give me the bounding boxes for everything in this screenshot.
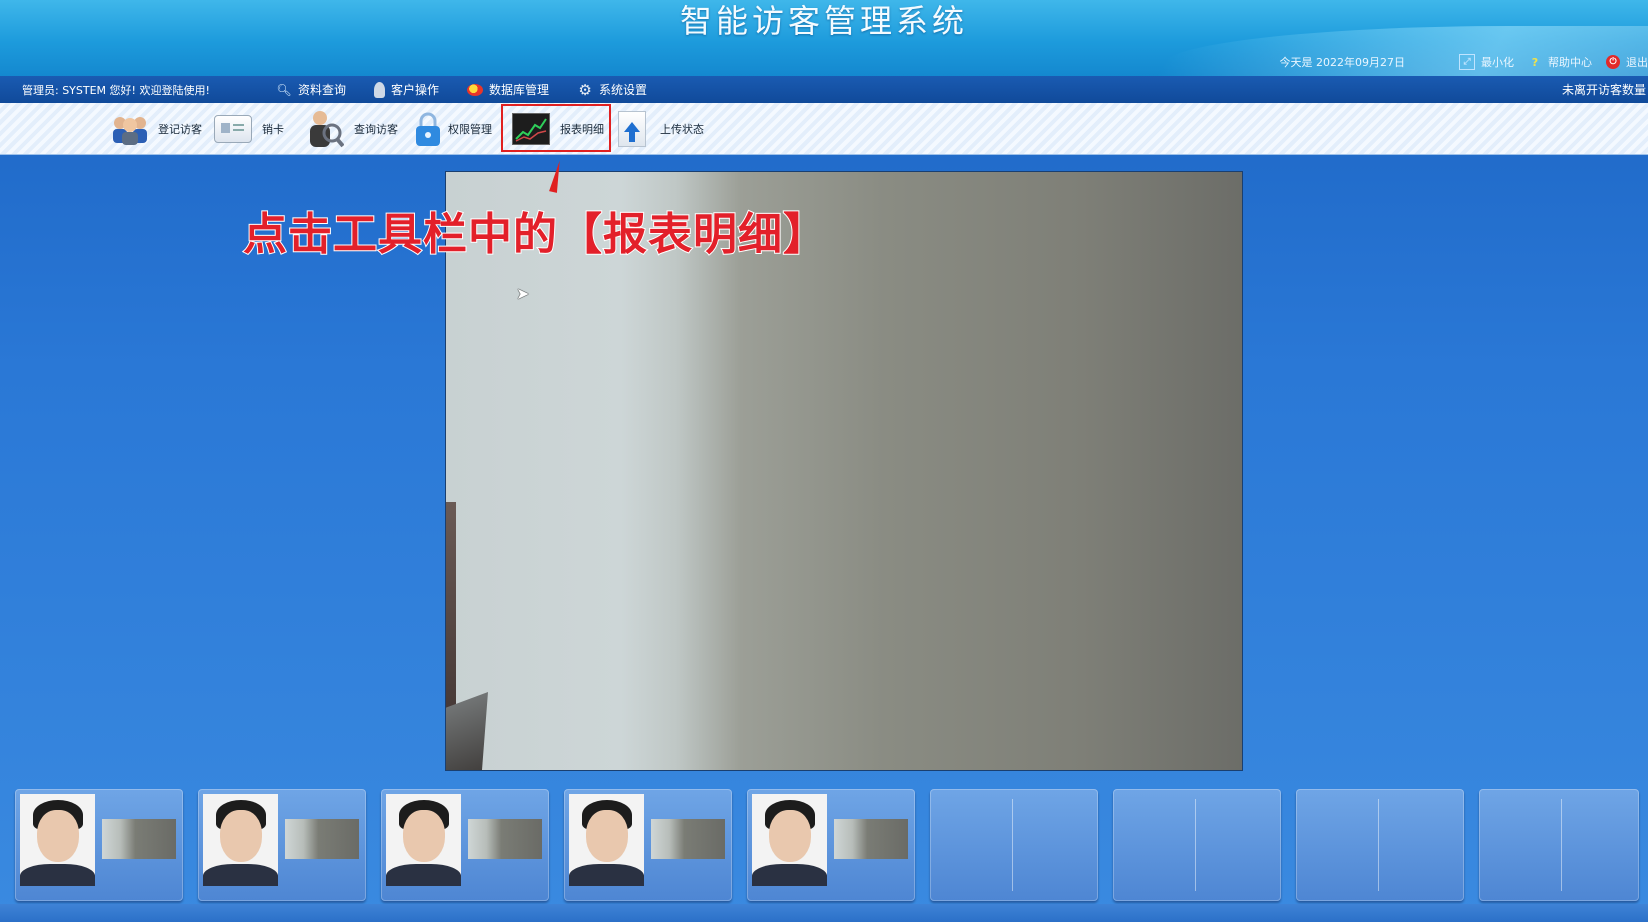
query-visitor-icon (306, 109, 344, 149)
user-icon (374, 81, 386, 98)
upload-status-button[interactable]: 上传状态 (618, 103, 704, 154)
visitor-photo (752, 794, 827, 886)
help-label: 帮助中心 (1548, 56, 1592, 69)
report-chart-icon (512, 112, 550, 145)
title-bar: 智能访客管理系统 今天是 2022年09月27日 ⤢ 最小化 ? 帮助中心 ⏻ … (0, 0, 1648, 76)
capture-snapshot (468, 819, 542, 859)
tool-label: 登记访客 (158, 122, 202, 136)
query-visitor-button[interactable]: 查询访客 (306, 103, 398, 154)
tool-label: 查询访客 (354, 122, 398, 136)
visitor-photo (386, 794, 461, 886)
visitor-photo (569, 794, 644, 886)
register-visitor-icon (110, 113, 152, 145)
upload-icon (618, 110, 646, 147)
power-icon: ⏻ (1606, 55, 1620, 69)
tool-label: 报表明细 (560, 122, 604, 136)
visitor-thumbnail[interactable] (198, 789, 366, 901)
permission-management-button[interactable]: 权限管理 (414, 103, 492, 154)
database-icon (467, 83, 484, 96)
exit-button[interactable]: ⏻ 退出 (1606, 54, 1648, 70)
current-date: 今天是 2022年09月27日 (1279, 56, 1406, 69)
unleft-visitors-count: 未离开访客数量 (1561, 83, 1646, 97)
menu-bar: 管理员: SYSTEM 您好! 欢迎登陆使用! 🔍︎ 资料查询 客户操作 数据库… (0, 76, 1648, 103)
gear-icon: ⚙ (578, 80, 592, 99)
empty-thumbnail-slot (1479, 789, 1639, 901)
empty-thumbnail-slot (930, 789, 1098, 901)
menu-item-data-query[interactable]: 🔍︎ 资料查询 (262, 76, 360, 103)
capture-snapshot (651, 819, 725, 859)
menu-item-system-settings[interactable]: ⚙ 系统设置 (563, 76, 661, 103)
toolbar: 登记访客 销卡 查询访客 权限管理 报表明细 上传状态 (0, 103, 1648, 155)
empty-thumbnail-slot (1296, 789, 1464, 901)
capture-snapshot (285, 819, 359, 859)
capture-snapshot (834, 819, 908, 859)
admin-greeting: 管理员: SYSTEM 您好! 欢迎登陆使用! (22, 83, 210, 97)
visitor-thumbnail[interactable] (747, 789, 915, 901)
menu-item-customer-operation[interactable]: 客户操作 (360, 76, 453, 103)
tool-label: 权限管理 (448, 122, 492, 136)
search-icon: 🔍︎ (276, 82, 292, 97)
tool-label: 上传状态 (660, 122, 704, 136)
window-controls: 今天是 2022年09月27日 ⤢ 最小化 ? 帮助中心 ⏻ 退出 (1280, 52, 1648, 72)
mouse-cursor-icon: ➤ (516, 284, 530, 303)
help-icon: ? (1531, 55, 1539, 69)
capture-snapshot (102, 819, 176, 859)
empty-thumbnail-slot (1113, 789, 1281, 901)
minimize-icon: ⤢ (1459, 54, 1475, 70)
menu-item-label: 数据库管理 (489, 83, 550, 97)
minimize-button[interactable]: ⤢ 最小化 (1459, 54, 1514, 70)
minimize-label: 最小化 (1481, 56, 1514, 69)
visitor-photo (203, 794, 278, 886)
help-center-button[interactable]: ? 帮助中心 (1528, 54, 1592, 70)
visitor-thumbnail[interactable] (15, 789, 183, 901)
visitor-photo (20, 794, 95, 886)
report-details-button[interactable]: 报表明细 (512, 103, 604, 154)
app-title: 智能访客管理系统 (679, 2, 968, 40)
menu-item-label: 资料查询 (298, 83, 347, 97)
annotation-text: 点击工具栏中的【报表明细】 (242, 208, 828, 261)
menu-item-label: 系统设置 (599, 83, 648, 97)
visitor-thumbnail[interactable] (381, 789, 549, 901)
menu-item-label: 客户操作 (391, 83, 440, 97)
card-icon (214, 114, 252, 143)
cancel-card-button[interactable]: 销卡 (214, 103, 284, 154)
lock-icon (414, 111, 442, 147)
bottom-strip (0, 904, 1648, 922)
visitor-thumbnail[interactable] (564, 789, 732, 901)
menu-item-database-management[interactable]: 数据库管理 (453, 76, 563, 103)
visitor-thumbnails (15, 789, 1639, 901)
exit-label: 退出 (1626, 56, 1648, 69)
tool-label: 销卡 (262, 122, 284, 136)
register-visitor-button[interactable]: 登记访客 (110, 103, 202, 154)
